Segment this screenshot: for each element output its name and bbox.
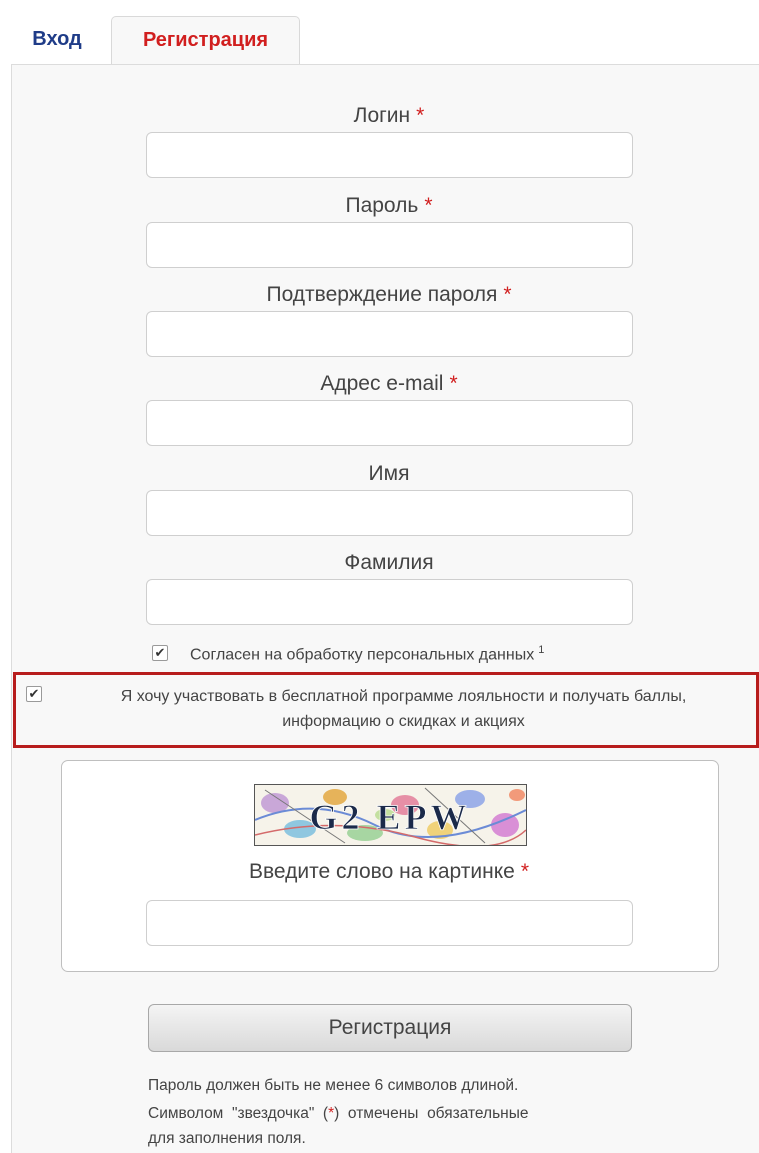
captcha-label: Введите слово на картинке *	[248, 860, 530, 883]
first-name-input[interactable]	[146, 490, 633, 536]
required-mark: *	[416, 104, 425, 127]
captcha-input[interactable]	[146, 900, 633, 946]
consent-checkbox[interactable]: ✔	[152, 645, 168, 661]
register-button[interactable]: Регистрация	[148, 1004, 632, 1052]
loyalty-checkbox[interactable]: ✔	[26, 686, 42, 702]
password-confirm-label: Подтверждение пароля *	[266, 283, 512, 306]
first-name-label: Имя	[368, 462, 410, 485]
password-hint: Пароль должен быть не менее 6 символов д…	[148, 1077, 519, 1094]
loyalty-label: Я хочу участвовать в бесплатной программ…	[120, 688, 687, 730]
email-input[interactable]	[146, 400, 633, 446]
last-name-input[interactable]	[146, 579, 633, 625]
tab-bar: Вход Регистрация	[0, 0, 759, 65]
consent-footnote: 1	[538, 644, 545, 656]
required-hint: Символом "звездочка" (*) отмечены обязат…	[148, 1105, 529, 1122]
last-name-label: Фамилия	[344, 551, 434, 574]
required-mark: *	[520, 860, 530, 883]
captcha-image: G2 EPW	[254, 784, 527, 846]
password-input[interactable]	[146, 222, 633, 268]
tab-login[interactable]: Вход	[10, 16, 104, 64]
captcha-text: G2 EPW	[309, 797, 470, 837]
required-mark: *	[503, 283, 512, 306]
tab-register[interactable]: Регистрация	[111, 16, 300, 65]
password-confirm-input[interactable]	[146, 311, 633, 357]
required-hint-line3: для заполнения поля.	[148, 1130, 306, 1147]
login-input[interactable]	[146, 132, 633, 178]
captcha-noise: G2 EPW	[255, 785, 526, 845]
login-label: Логин *	[353, 104, 425, 127]
email-label: Адрес e-mail *	[320, 372, 458, 395]
required-mark: *	[449, 372, 458, 395]
consent-label: Согласен на обработку персональных данны…	[190, 644, 545, 664]
required-mark: *	[424, 194, 433, 217]
password-label: Пароль *	[345, 194, 433, 217]
